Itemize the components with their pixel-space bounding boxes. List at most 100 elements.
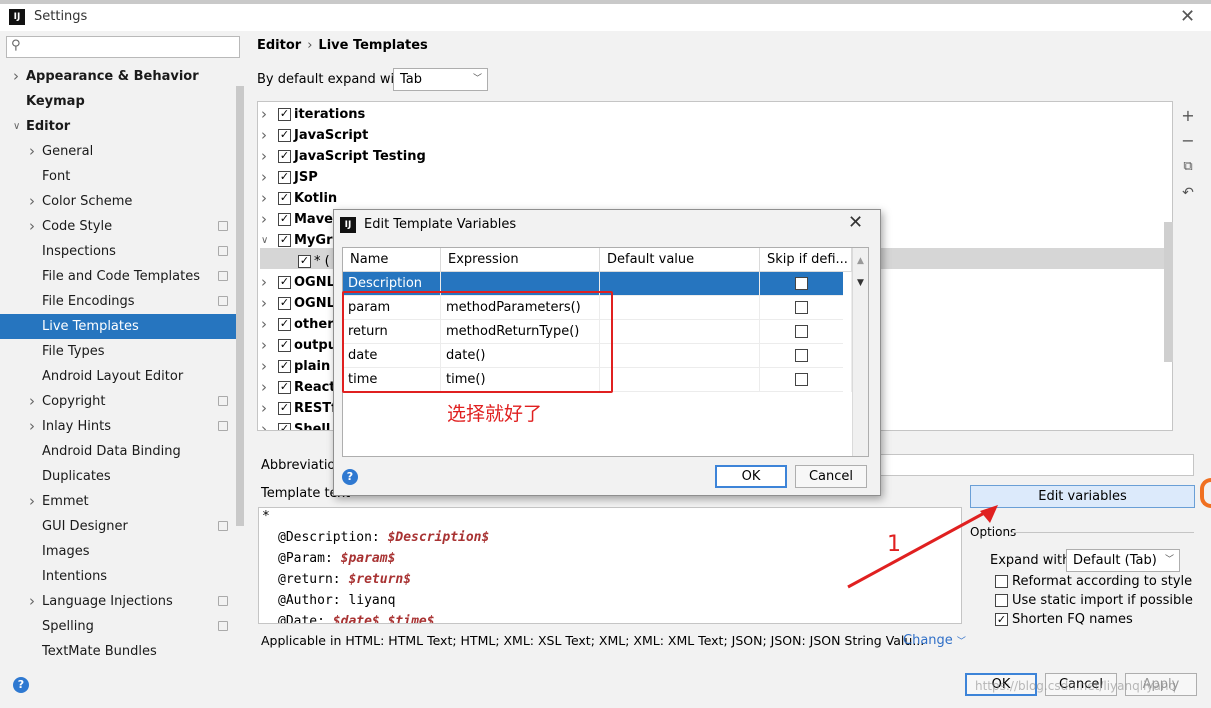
- sidebar-item[interactable]: File Encodings: [0, 289, 236, 314]
- sidebar-item[interactable]: › Code Style: [0, 214, 236, 239]
- skip-checkbox[interactable]: [795, 325, 808, 338]
- group-checkbox[interactable]: ✓: [278, 234, 291, 247]
- sidebar-item[interactable]: File Types: [0, 339, 236, 364]
- cell-default[interactable]: [600, 296, 760, 320]
- scroll-down-icon[interactable]: ▼: [857, 278, 864, 288]
- sidebar-item[interactable]: › Language Injections: [0, 589, 236, 614]
- chevron-right-icon[interactable]: ›: [261, 335, 267, 356]
- sidebar-item[interactable]: Android Layout Editor: [0, 364, 236, 389]
- chevron-right-icon[interactable]: ›: [261, 419, 267, 430]
- chevron-right-icon[interactable]: ›: [261, 209, 267, 230]
- chevron-right-icon[interactable]: ›: [29, 189, 35, 214]
- chevron-right-icon[interactable]: ›: [261, 272, 267, 293]
- close-icon[interactable]: ✕: [848, 212, 863, 233]
- sidebar-item[interactable]: › Color Scheme: [0, 189, 236, 214]
- help-icon[interactable]: ?: [13, 677, 29, 693]
- chevron-down-icon[interactable]: ∨: [13, 114, 20, 139]
- chevron-right-icon[interactable]: ›: [261, 293, 267, 314]
- sidebar-item[interactable]: File and Code Templates: [0, 264, 236, 289]
- sidebar-item[interactable]: Live Templates: [0, 314, 236, 339]
- skip-checkbox[interactable]: [795, 277, 808, 290]
- group-checkbox[interactable]: ✓: [278, 192, 291, 205]
- close-icon[interactable]: ✕: [1180, 6, 1195, 27]
- restore-icon[interactable]: ↶: [1180, 185, 1196, 201]
- sidebar-item[interactable]: › General: [0, 139, 236, 164]
- sidebar-item[interactable]: Intentions: [0, 564, 236, 589]
- cell-default[interactable]: [600, 272, 760, 296]
- add-icon[interactable]: +: [1180, 108, 1196, 124]
- sidebar-item[interactable]: GUI Designer: [0, 514, 236, 539]
- group-checkbox[interactable]: ✓: [278, 360, 291, 373]
- sidebar-item[interactable]: Android Data Binding: [0, 439, 236, 464]
- change-context-link[interactable]: Change ﹀: [903, 633, 966, 648]
- skip-checkbox[interactable]: [795, 373, 808, 386]
- nav-scrollbar[interactable]: [236, 86, 244, 526]
- sidebar-item[interactable]: Spelling: [0, 614, 236, 639]
- chevron-right-icon[interactable]: ›: [261, 188, 267, 209]
- breadcrumb: Editor › Live Templates: [257, 38, 428, 53]
- scroll-up-icon[interactable]: ▲: [857, 256, 864, 266]
- chevron-right-icon[interactable]: ›: [261, 167, 267, 188]
- cell-default[interactable]: [600, 344, 760, 368]
- group-checkbox[interactable]: ✓: [278, 129, 291, 142]
- group-checkbox[interactable]: ✓: [278, 381, 291, 394]
- sidebar-item-label: Live Templates: [42, 319, 139, 334]
- chevron-right-icon[interactable]: ›: [261, 377, 267, 398]
- variables-scrollbar[interactable]: ▲ ▼: [852, 248, 868, 456]
- description-field[interactable]: [880, 454, 1194, 476]
- chevron-right-icon[interactable]: ›: [29, 589, 35, 614]
- settings-search-input[interactable]: ⚲: [6, 36, 240, 58]
- chevron-right-icon[interactable]: ›: [29, 389, 35, 414]
- sidebar-item[interactable]: Inspections: [0, 239, 236, 264]
- cell-default[interactable]: [600, 368, 760, 392]
- chevron-right-icon[interactable]: ›: [29, 139, 35, 164]
- group-checkbox[interactable]: ✓: [278, 297, 291, 310]
- sidebar-item-label: Spelling: [42, 619, 94, 634]
- sidebar-item[interactable]: Images: [0, 539, 236, 564]
- skip-checkbox[interactable]: [795, 301, 808, 314]
- chevron-right-icon[interactable]: ›: [261, 104, 267, 125]
- template-list-scrollbar[interactable]: [1164, 222, 1173, 362]
- copy-icon[interactable]: ⧉: [1180, 159, 1196, 175]
- chevron-right-icon[interactable]: ›: [261, 356, 267, 377]
- sidebar-item-label: Inlay Hints: [42, 419, 111, 434]
- chevron-right-icon[interactable]: ›: [261, 125, 267, 146]
- chevron-right-icon[interactable]: ›: [261, 398, 267, 419]
- group-checkbox[interactable]: ✓: [278, 402, 291, 415]
- shorten-fq-checkbox[interactable]: ✓: [995, 613, 1008, 626]
- group-checkbox[interactable]: ✓: [278, 339, 291, 352]
- sidebar-item[interactable]: ∨ Editor: [0, 114, 236, 139]
- sidebar-item[interactable]: › Appearance & Behavior: [0, 64, 236, 89]
- chevron-right-icon[interactable]: ›: [29, 489, 35, 514]
- group-checkbox[interactable]: ✓: [278, 150, 291, 163]
- sidebar-item[interactable]: › Copyright: [0, 389, 236, 414]
- skip-checkbox[interactable]: [795, 349, 808, 362]
- group-checkbox[interactable]: ✓: [278, 423, 291, 430]
- sidebar-item[interactable]: › Inlay Hints: [0, 414, 236, 439]
- group-checkbox[interactable]: ✓: [278, 108, 291, 121]
- dialog-cancel-button[interactable]: Cancel: [795, 465, 867, 488]
- group-checkbox[interactable]: ✓: [278, 276, 291, 289]
- chevron-right-icon[interactable]: ›: [13, 64, 19, 89]
- template-checkbox[interactable]: ✓: [298, 255, 311, 268]
- dialog-ok-button[interactable]: OK: [715, 465, 787, 488]
- chevron-down-icon[interactable]: ∨: [261, 230, 268, 251]
- chevron-right-icon[interactable]: ›: [261, 146, 267, 167]
- sidebar-item[interactable]: Font: [0, 164, 236, 189]
- sidebar-item[interactable]: TextMate Bundles: [0, 639, 236, 664]
- sidebar-item[interactable]: Duplicates: [0, 464, 236, 489]
- chevron-right-icon[interactable]: ›: [29, 414, 35, 439]
- group-checkbox[interactable]: ✓: [278, 171, 291, 184]
- group-checkbox[interactable]: ✓: [278, 318, 291, 331]
- static-import-checkbox[interactable]: [995, 594, 1008, 607]
- expand-with-select[interactable]: Default (Tab) ﹀: [1066, 549, 1180, 572]
- sidebar-item[interactable]: › Emmet: [0, 489, 236, 514]
- cell-default[interactable]: [600, 320, 760, 344]
- help-icon[interactable]: ?: [342, 469, 358, 485]
- expand-default-select[interactable]: Tab ﹀: [393, 68, 488, 91]
- remove-icon[interactable]: −: [1180, 133, 1196, 149]
- chevron-right-icon[interactable]: ›: [29, 214, 35, 239]
- sidebar-item[interactable]: Keymap: [0, 89, 236, 114]
- chevron-right-icon[interactable]: ›: [261, 314, 267, 335]
- group-checkbox[interactable]: ✓: [278, 213, 291, 226]
